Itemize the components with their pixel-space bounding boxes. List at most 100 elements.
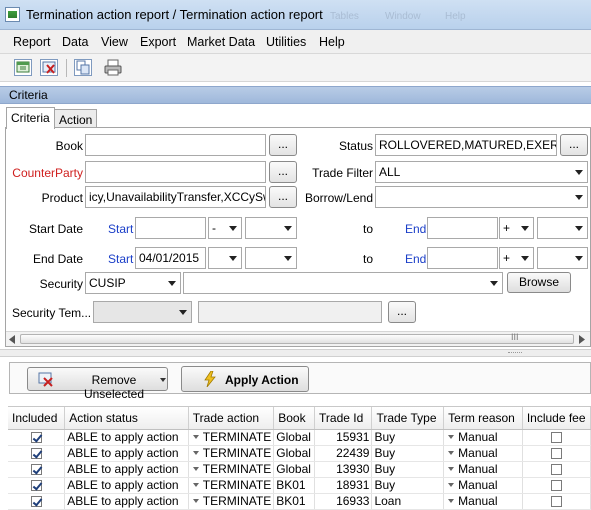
- term-reason-cell[interactable]: Manual: [443, 477, 523, 494]
- menu-utilities[interactable]: Utilities: [266, 35, 306, 49]
- menu-export[interactable]: Export: [140, 35, 176, 49]
- chevron-down-icon[interactable]: [192, 498, 199, 503]
- chevron-down-icon[interactable]: [448, 482, 455, 487]
- start-date-op-select[interactable]: -: [208, 217, 242, 239]
- tab-action[interactable]: Action: [54, 109, 98, 129]
- trade-action-cell[interactable]: TERMINATE: [188, 493, 275, 510]
- included-cell[interactable]: [8, 477, 66, 494]
- trade-filter-select[interactable]: ALL: [375, 161, 588, 183]
- new-report-icon[interactable]: [14, 59, 32, 76]
- table-row[interactable]: ABLE to apply action TERMINATE Global 22439…: [8, 445, 591, 462]
- include-fee-cell[interactable]: [522, 477, 591, 494]
- start-date-to-field[interactable]: [427, 217, 498, 239]
- include-fee-checkbox[interactable]: [550, 464, 562, 476]
- chevron-down-icon[interactable]: [192, 434, 199, 439]
- term-reason-cell[interactable]: Manual: [443, 445, 523, 462]
- table-row[interactable]: ABLE to apply action TERMINATE Global 15931…: [8, 429, 591, 446]
- splitter[interactable]: [0, 349, 591, 357]
- include-fee-cell[interactable]: [522, 493, 591, 510]
- end-date-from-field[interactable]: 04/01/2015: [135, 247, 206, 269]
- end-date-to-unit-select[interactable]: [537, 247, 588, 269]
- tab-criteria[interactable]: Criteria: [6, 107, 55, 129]
- table-row[interactable]: ABLE to apply action TERMINATE BK01 18931 Bu…: [8, 477, 591, 494]
- delete-report-icon[interactable]: [40, 59, 58, 76]
- included-cell[interactable]: [8, 461, 66, 478]
- end-date-to-op-select[interactable]: +: [499, 247, 534, 269]
- borrow-lend-select[interactable]: [375, 186, 588, 208]
- trade-action-cell[interactable]: TERMINATE: [188, 429, 275, 446]
- col-trade-action[interactable]: Trade action: [188, 407, 275, 430]
- chevron-down-icon[interactable]: [192, 466, 199, 471]
- included-cell[interactable]: [8, 429, 66, 446]
- copy-icon[interactable]: [74, 59, 92, 76]
- menu-market-data[interactable]: Market Data: [187, 35, 255, 49]
- scroll-right-icon[interactable]: [578, 335, 586, 344]
- term-reason-cell[interactable]: Manual: [443, 493, 523, 510]
- security-select[interactable]: [183, 272, 503, 294]
- security-template-select[interactable]: [93, 301, 192, 323]
- menu-help[interactable]: Help: [319, 35, 345, 49]
- trade-action-cell[interactable]: TERMINATE: [188, 445, 275, 462]
- include-fee-cell[interactable]: [522, 445, 591, 462]
- included-cell[interactable]: [8, 445, 66, 462]
- included-checkbox[interactable]: [30, 432, 42, 444]
- print-icon[interactable]: [104, 59, 122, 76]
- table-row[interactable]: ABLE to apply action TERMINATE Global 13930…: [8, 461, 591, 478]
- security-template-chooser-button[interactable]: ...: [388, 301, 416, 323]
- chevron-down-icon[interactable]: [448, 434, 455, 439]
- included-checkbox[interactable]: [30, 448, 42, 460]
- book-chooser-button[interactable]: ...: [269, 134, 297, 156]
- status-field[interactable]: ROLLOVERED,MATURED,EXERCISED: [375, 134, 557, 156]
- scroll-left-icon[interactable]: [8, 335, 16, 344]
- include-fee-checkbox[interactable]: [550, 480, 562, 492]
- include-fee-checkbox[interactable]: [550, 448, 562, 460]
- col-book[interactable]: Book: [273, 407, 316, 430]
- chevron-down-icon[interactable]: [448, 466, 455, 471]
- apply-action-button[interactable]: Apply Action: [181, 366, 309, 392]
- col-trade-id[interactable]: Trade Id: [314, 407, 373, 430]
- col-include-fee[interactable]: Include fee: [522, 407, 591, 430]
- include-fee-checkbox[interactable]: [550, 496, 562, 508]
- col-action-status[interactable]: Action status: [64, 407, 189, 430]
- start-date-to-unit-select[interactable]: [537, 217, 588, 239]
- col-included[interactable]: Included: [8, 407, 66, 430]
- menu-data[interactable]: Data: [62, 35, 88, 49]
- criteria-horizontal-scrollbar[interactable]: III: [6, 331, 590, 346]
- status-chooser-button[interactable]: ...: [560, 134, 588, 156]
- col-term-reason[interactable]: Term reason: [443, 407, 523, 430]
- include-fee-cell[interactable]: [522, 429, 591, 446]
- start-date-to-op-select[interactable]: +: [499, 217, 534, 239]
- chevron-down-icon[interactable]: [448, 498, 455, 503]
- counterparty-field[interactable]: [85, 161, 266, 183]
- book-field[interactable]: [85, 134, 266, 156]
- product-chooser-button[interactable]: ...: [269, 186, 297, 208]
- chevron-down-icon[interactable]: [160, 378, 166, 382]
- counterparty-chooser-button[interactable]: ...: [269, 161, 297, 183]
- include-fee-cell[interactable]: [522, 461, 591, 478]
- security-type-select[interactable]: CUSIP: [85, 272, 181, 294]
- trade-action-cell[interactable]: TERMINATE: [188, 477, 275, 494]
- col-trade-type[interactable]: Trade Type: [371, 407, 445, 430]
- menu-view[interactable]: View: [101, 35, 128, 49]
- security-template-field[interactable]: [198, 301, 382, 323]
- term-reason-cell[interactable]: Manual: [443, 429, 523, 446]
- remove-unselected-button[interactable]: Remove Unselected: [27, 367, 168, 401]
- chevron-down-icon[interactable]: [192, 482, 199, 487]
- end-date-op-select[interactable]: [208, 247, 242, 269]
- term-reason-cell[interactable]: Manual: [443, 461, 523, 478]
- included-checkbox[interactable]: [30, 464, 42, 476]
- included-checkbox[interactable]: [30, 480, 42, 492]
- table-row[interactable]: ABLE to apply action TERMINATE BK01 16933 Lo…: [8, 493, 591, 510]
- scroll-thumb[interactable]: III: [20, 332, 574, 344]
- chevron-down-icon[interactable]: [192, 450, 199, 455]
- product-field[interactable]: icy,UnavailabilityTransfer,XCCySwap: [85, 186, 266, 208]
- included-checkbox[interactable]: [30, 496, 42, 508]
- menu-report[interactable]: Report: [13, 35, 51, 49]
- end-date-unit-select[interactable]: [245, 247, 297, 269]
- included-cell[interactable]: [8, 493, 66, 510]
- start-date-unit-select[interactable]: [245, 217, 297, 239]
- include-fee-checkbox[interactable]: [550, 432, 562, 444]
- start-date-from-field[interactable]: [135, 217, 206, 239]
- end-date-to-field[interactable]: [427, 247, 498, 269]
- browse-button[interactable]: Browse: [507, 272, 571, 293]
